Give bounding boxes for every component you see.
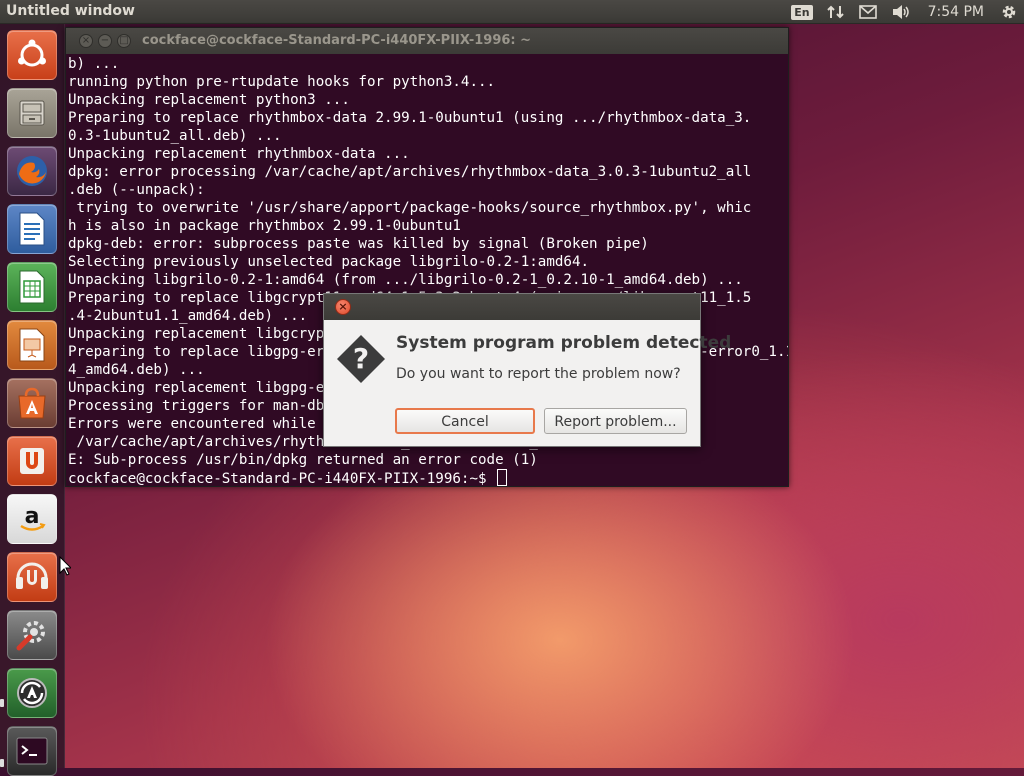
svg-text:a: a bbox=[25, 504, 40, 529]
terminal-line: dpkg-deb: error: subprocess paste was ki… bbox=[68, 236, 649, 252]
session-gear-icon[interactable] bbox=[994, 0, 1024, 24]
files-icon[interactable] bbox=[7, 88, 57, 138]
running-indicator bbox=[0, 759, 4, 767]
terminal-line: trying to overwrite '/usr/share/apport/p… bbox=[68, 200, 752, 216]
terminal-title: cockface@cockface-Standard-PC-i440FX-PII… bbox=[142, 33, 532, 48]
dash-home-icon[interactable] bbox=[7, 30, 57, 80]
dialog-close-icon[interactable]: × bbox=[335, 299, 351, 315]
ubuntu-one-icon[interactable] bbox=[7, 436, 57, 486]
messaging-envelope-icon[interactable] bbox=[852, 0, 884, 24]
writer-icon[interactable] bbox=[7, 204, 57, 254]
system-settings-icon[interactable] bbox=[7, 610, 57, 660]
terminal-line: b) ... bbox=[68, 56, 120, 72]
impress-icon[interactable] bbox=[7, 320, 57, 370]
terminal-line: dpkg: error processing /var/cache/apt/ar… bbox=[68, 164, 752, 180]
report-problem-button[interactable]: Report problem... bbox=[544, 408, 687, 434]
ubuntu-one-music-icon[interactable] bbox=[7, 552, 57, 602]
cancel-button[interactable]: Cancel bbox=[395, 408, 535, 434]
terminal-line: Unpacking replacement python3 ... bbox=[68, 92, 350, 108]
terminal-line: .deb (--unpack): bbox=[68, 182, 205, 198]
terminal-line: 0.3-1ubuntu2_all.deb) ... bbox=[68, 128, 282, 144]
dialog-titlebar[interactable]: × bbox=[324, 294, 700, 320]
mouse-pointer-icon bbox=[59, 556, 71, 576]
terminal-line: E: Sub-process /usr/bin/dpkg returned an… bbox=[68, 452, 538, 468]
problem-report-dialog: × ? System program problem detected Do y… bbox=[323, 293, 731, 447]
dialog-heading: System program problem detected bbox=[396, 333, 732, 353]
dialog-message: Do you want to report the problem now? bbox=[396, 366, 681, 382]
firefox-icon[interactable] bbox=[7, 146, 57, 196]
terminal-prompt: cockface@cockface-Standard-PC-i440FX-PII… bbox=[68, 471, 496, 487]
question-mark-icon: ? bbox=[337, 335, 385, 383]
calc-icon[interactable] bbox=[7, 262, 57, 312]
terminal-line: h is also in package rhythmbox 2.99.1-0u… bbox=[68, 218, 461, 234]
terminal-titlebar[interactable]: × − □ cockface@cockface-Standard-PC-i440… bbox=[66, 28, 788, 54]
software-center-icon[interactable] bbox=[7, 378, 57, 428]
terminal-line: Selecting previously unselected package … bbox=[68, 254, 590, 270]
terminal-line: Preparing to replace rhythmbox-data 2.99… bbox=[68, 110, 752, 126]
terminal-cursor bbox=[497, 469, 508, 486]
top-panel: Untitled window En 7:54 PM bbox=[0, 0, 1024, 24]
software-updater-icon[interactable] bbox=[7, 668, 57, 718]
terminal-line: Unpacking replacement rhythmbox-data ... bbox=[68, 146, 410, 162]
indicator-area: En 7:54 PM bbox=[784, 0, 1024, 24]
launcher: a bbox=[0, 24, 65, 776]
keyboard-layout-indicator[interactable]: En bbox=[784, 0, 819, 24]
keyboard-layout-label: En bbox=[791, 4, 813, 20]
network-icon[interactable] bbox=[820, 0, 852, 24]
clock[interactable]: 7:54 PM bbox=[918, 0, 994, 24]
close-icon[interactable]: × bbox=[79, 34, 93, 48]
maximize-icon[interactable]: □ bbox=[117, 34, 131, 48]
terminal-line: Unpacking libgrilo-0.2-1:amd64 (from ...… bbox=[68, 272, 743, 288]
svg-text:?: ? bbox=[353, 342, 369, 375]
running-indicator bbox=[0, 699, 4, 707]
window-title: Untitled window bbox=[6, 3, 135, 19]
minimize-icon[interactable]: − bbox=[98, 34, 112, 48]
terminal-icon[interactable] bbox=[7, 726, 57, 776]
terminal-line: running python pre-rtupdate hooks for py… bbox=[68, 74, 496, 90]
amazon-icon[interactable]: a bbox=[7, 494, 57, 544]
volume-icon[interactable] bbox=[884, 0, 918, 24]
terminal-prompt-line: cockface@cockface-Standard-PC-i440FX-PII… bbox=[68, 469, 788, 487]
